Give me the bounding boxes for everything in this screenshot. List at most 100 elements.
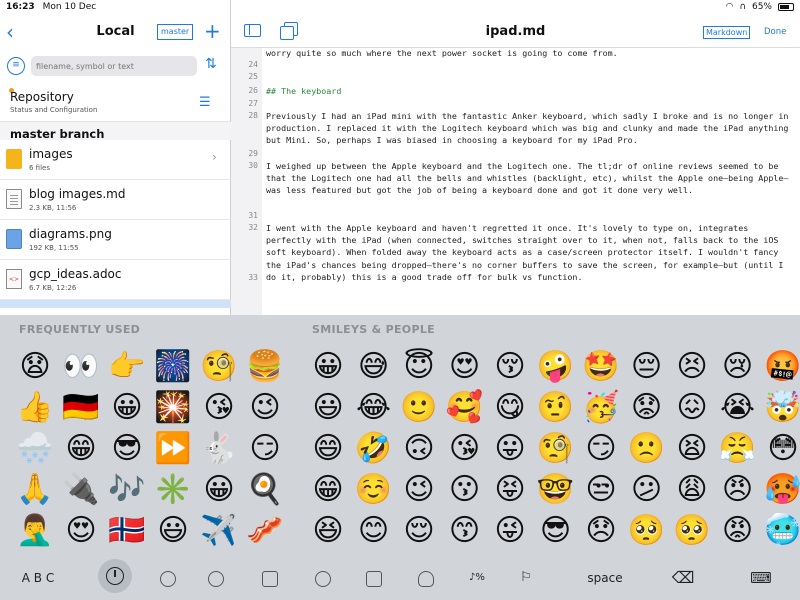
emoji-key[interactable]: 🤦‍♂️ — [12, 508, 58, 554]
emoji-key[interactable]: 😳 — [760, 426, 800, 472]
emoji-key[interactable]: 🎶 — [104, 467, 150, 513]
emoji-key[interactable]: 😤 — [715, 426, 761, 472]
flag-icon[interactable]: ⚐ — [516, 562, 536, 594]
list-item[interactable]: <> gcp_ideas.adoc 6.7 KB, 12:26 — [0, 260, 231, 300]
emoji-key[interactable]: 😧 — [12, 344, 58, 390]
emoji-key[interactable]: 😁 — [58, 426, 104, 472]
emoji-key[interactable]: 😇 — [396, 344, 442, 390]
emoji-key[interactable]: 😊 — [351, 508, 397, 554]
emoji-key[interactable]: 🙏 — [12, 467, 58, 513]
smiley-icon[interactable] — [160, 571, 176, 587]
emoji-key[interactable]: 😕 — [624, 467, 670, 513]
emoji-key[interactable]: 😡 — [715, 508, 761, 554]
emoji-key[interactable]: 🥓 — [242, 508, 288, 554]
emoji-key[interactable]: 😙 — [442, 508, 488, 554]
emoji-key[interactable]: 👍 — [12, 385, 58, 431]
code-editor[interactable]: worry quite so much where the next power… — [231, 48, 800, 315]
bulb-icon[interactable] — [418, 571, 434, 587]
emoji-key[interactable]: 😉 — [242, 385, 288, 431]
emoji-key[interactable]: 🍔 — [242, 344, 288, 390]
emoji-key[interactable]: 😃 — [150, 508, 196, 554]
emoji-key[interactable]: 👉 — [104, 344, 150, 390]
done-button[interactable]: Done — [764, 27, 786, 37]
emoji-key[interactable]: ⏩ — [150, 426, 196, 472]
emoji-key[interactable]: 😟 — [624, 385, 670, 431]
markdown-button[interactable]: Markdown — [703, 26, 751, 39]
emoji-key[interactable]: 😄 — [305, 426, 351, 472]
emoji-key[interactable]: 😘 — [442, 426, 488, 472]
emoji-key[interactable]: 😝 — [487, 467, 533, 513]
emoji-key[interactable]: 🤪 — [533, 344, 579, 390]
emoji-key[interactable]: 😏 — [242, 426, 288, 472]
selected-list-item[interactable] — [0, 300, 231, 308]
search-input[interactable] — [31, 56, 197, 76]
emoji-key[interactable]: 🎇 — [150, 385, 196, 431]
space-button[interactable]: space — [578, 562, 632, 594]
filter-icon[interactable]: ≡ — [7, 57, 25, 75]
emoji-key[interactable]: 🔌 — [58, 467, 104, 513]
emoji-key[interactable]: 😃 — [305, 385, 351, 431]
emoji-key[interactable]: 😒 — [578, 467, 624, 513]
emoji-key[interactable]: ✳️ — [150, 467, 196, 513]
emoji-key[interactable]: 🙃 — [396, 426, 442, 472]
repository-row[interactable]: Repository Status and Configuration ☰ — [0, 84, 231, 122]
emoji-key[interactable]: 🥶 — [760, 508, 800, 554]
list-item[interactable]: images 6 files › — [0, 140, 231, 180]
emoji-key[interactable]: 🙂 — [396, 385, 442, 431]
recent-category-button[interactable] — [98, 559, 132, 593]
emoji-key[interactable]: ☺️ — [351, 467, 397, 513]
emoji-key[interactable]: 😌 — [396, 508, 442, 554]
ball-icon[interactable] — [315, 571, 331, 587]
emoji-key[interactable]: 🙁 — [624, 426, 670, 472]
emoji-key[interactable]: 😅 — [351, 344, 397, 390]
emoji-key[interactable]: 😎 — [533, 508, 579, 554]
emoji-key[interactable]: 😍 — [442, 344, 488, 390]
emoji-key[interactable]: 🎆 — [150, 344, 196, 390]
emoji-key[interactable]: 😀 — [305, 344, 351, 390]
delete-icon[interactable]: ⌫ — [668, 562, 698, 594]
emoji-key[interactable]: ✈️ — [196, 508, 242, 554]
emoji-key[interactable]: 😜 — [487, 508, 533, 554]
food-icon[interactable] — [262, 571, 278, 587]
emoji-key[interactable]: 😀 — [104, 385, 150, 431]
symbols-icon[interactable]: ♪% — [464, 562, 490, 594]
emoji-key[interactable]: 🤯 — [760, 385, 800, 431]
branch-button[interactable]: master — [157, 24, 194, 40]
add-icon[interactable]: + — [204, 19, 221, 43]
list-item[interactable]: diagrams.png 192 KB, 11:55 — [0, 220, 231, 260]
emoji-key[interactable]: 😖 — [669, 385, 715, 431]
emoji-key[interactable]: 😍 — [58, 508, 104, 554]
emoji-key[interactable]: 😚 — [487, 344, 533, 390]
emoji-key[interactable]: 😭 — [715, 385, 761, 431]
abc-button[interactable]: A B C — [18, 562, 58, 594]
emoji-key[interactable]: 😆 — [305, 508, 351, 554]
emoji-key[interactable]: 😎 — [104, 426, 150, 472]
emoji-key[interactable]: 🤬 — [760, 344, 800, 390]
emoji-key[interactable]: 😁 — [305, 467, 351, 513]
emoji-key[interactable]: 🥺 — [624, 508, 670, 554]
emoji-key[interactable]: 😉 — [396, 467, 442, 513]
dismiss-keyboard-icon[interactable]: ⌨ — [748, 562, 774, 594]
emoji-key[interactable]: 👀 — [58, 344, 104, 390]
emoji-key[interactable]: 🍳 — [242, 467, 288, 513]
emoji-key[interactable]: 🇳🇴 — [104, 508, 150, 554]
emoji-key[interactable]: 🧐 — [533, 426, 579, 472]
emoji-key[interactable]: 🥰 — [442, 385, 488, 431]
emoji-key[interactable]: 🤓 — [533, 467, 579, 513]
emoji-key[interactable]: 🧐 — [196, 344, 242, 390]
emoji-key[interactable]: 😘 — [196, 385, 242, 431]
emoji-key[interactable]: 🌨️ — [12, 426, 58, 472]
emoji-key[interactable]: 🥵 — [760, 467, 800, 513]
car-icon[interactable] — [366, 571, 382, 587]
emoji-key[interactable]: 😗 — [442, 467, 488, 513]
emoji-key[interactable]: 😫 — [669, 426, 715, 472]
emoji-key[interactable]: 😩 — [669, 467, 715, 513]
emoji-key[interactable]: 🤨 — [533, 385, 579, 431]
list-item[interactable]: blog images.md 2.3 KB, 11:56 — [0, 180, 231, 220]
emoji-key[interactable]: 😔 — [624, 344, 670, 390]
bear-icon[interactable] — [208, 571, 224, 587]
emoji-key[interactable]: 😢 — [715, 344, 761, 390]
emoji-key[interactable]: 😣 — [669, 344, 715, 390]
emoji-key[interactable]: 🐇 — [196, 426, 242, 472]
emoji-key[interactable]: 🥺 — [669, 508, 715, 554]
